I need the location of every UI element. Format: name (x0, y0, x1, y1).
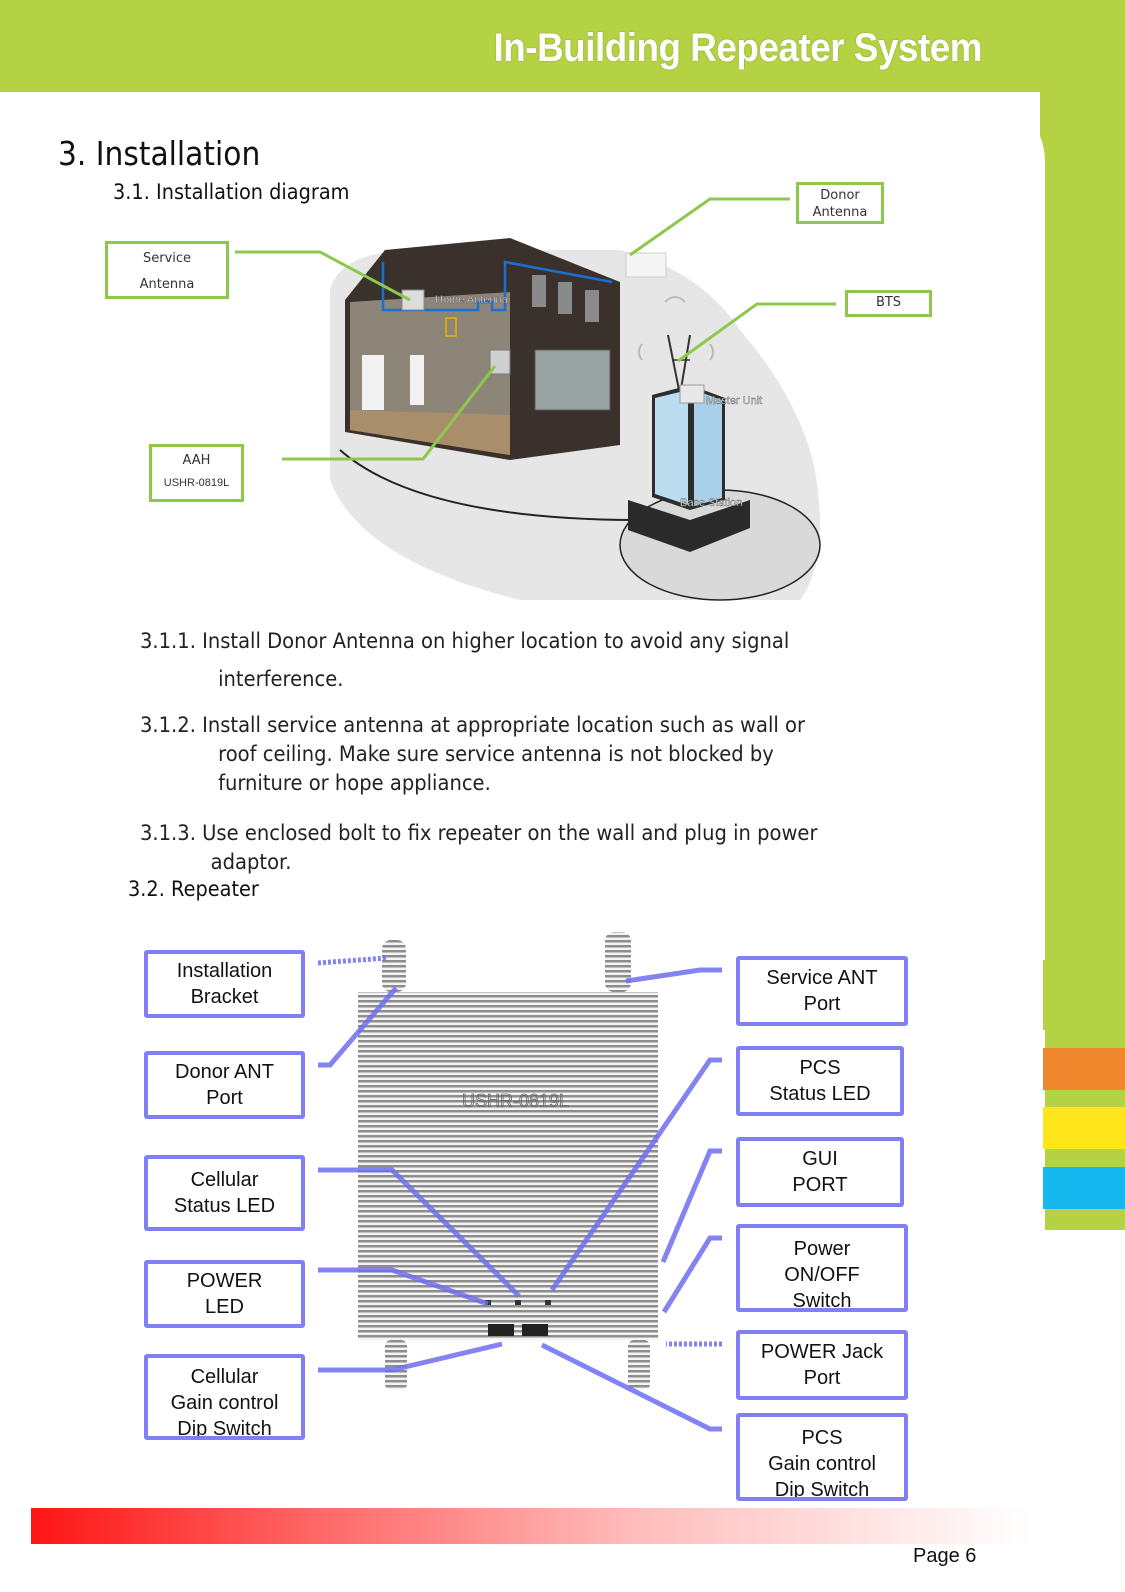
label-text: Port (803, 993, 841, 1015)
label-text: PCS (801, 1427, 843, 1449)
label-text: Gain control (170, 1392, 279, 1414)
footer-gradient-bar (31, 1508, 1031, 1544)
label-gui-port: GUI PORT (736, 1137, 904, 1207)
leader-gui-port (660, 1148, 722, 1263)
label-installation-bracket: Installation Bracket (144, 950, 305, 1018)
label-text: Status LED (173, 1195, 276, 1217)
label-text: Installation (176, 960, 273, 982)
label-text: Port (206, 1087, 243, 1109)
label-text: Port (803, 1367, 841, 1389)
label-text: PCS (799, 1057, 841, 1079)
label-text: POWER (186, 1270, 263, 1292)
label-text: Gain control (768, 1453, 876, 1475)
label-power-switch: Power ON/OFF Switch (736, 1224, 908, 1312)
label-text: GUI (802, 1148, 838, 1170)
label-text: Power (793, 1238, 851, 1260)
label-text: ON/OFF (784, 1264, 860, 1286)
label-text: Status LED (769, 1083, 871, 1105)
repeater-model-label: USHR-0819L (462, 1091, 569, 1111)
label-text: Service ANT (766, 967, 878, 989)
label-cellular-gain-dip: Cellular Gain control Dip Switch (144, 1354, 305, 1440)
cellular-dip-switch (488, 1324, 514, 1336)
donor-ant-connector (382, 940, 406, 992)
label-text: POWER Jack (760, 1341, 884, 1363)
leader-power-switch (661, 1235, 722, 1314)
label-donor-ant-port: Donor ANT Port (144, 1051, 305, 1119)
label-pcs-status-led: PCS Status LED (736, 1046, 904, 1116)
label-text: LED (205, 1296, 244, 1318)
bottom-connector-right (628, 1340, 650, 1390)
label-text: Donor ANT (175, 1061, 274, 1083)
label-text: Dip Switch (177, 1418, 272, 1440)
label-text: Cellular (190, 1366, 259, 1388)
label-pcs-gain-dip: PCS Gain control Dip Switch (736, 1413, 908, 1501)
leader-installation-bracket (317, 955, 387, 966)
label-power-led: POWER LED (144, 1260, 305, 1328)
pcs-led-indicator (545, 1300, 551, 1305)
page-number: Page 6 (913, 1545, 977, 1567)
cellular-led-indicator (515, 1300, 521, 1305)
label-text: Cellular (190, 1169, 259, 1191)
pcs-dip-switch (522, 1324, 548, 1336)
label-cellular-status-led: Cellular Status LED (144, 1155, 305, 1231)
label-service-ant-port: Service ANT Port (736, 956, 908, 1026)
label-power-jack-port: POWER Jack Port (736, 1330, 908, 1400)
label-text: Bracket (190, 986, 259, 1008)
label-text: Dip Switch (774, 1479, 870, 1501)
leader-service-ant-port (625, 967, 722, 984)
leader-cellular-gain-dip (318, 1341, 503, 1373)
label-text: Switch (792, 1290, 852, 1312)
label-text: PORT (792, 1174, 848, 1196)
